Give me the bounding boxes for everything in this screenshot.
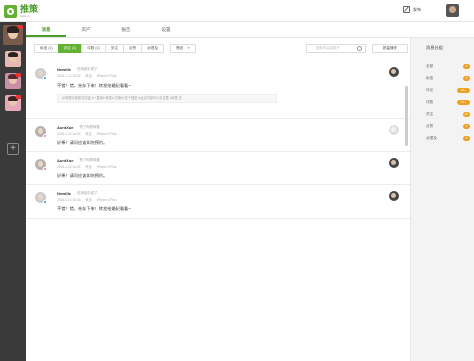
group-label: 评论 <box>426 87 434 92</box>
top-bar: 推策 tuice.in 发布 <box>0 0 474 22</box>
message-action: 赞了你的转推 <box>79 125 100 129</box>
filter-direct-messages[interactable]: 私信 (1) <box>34 44 59 53</box>
group-follows[interactable]: 关注 30 <box>426 110 470 118</box>
add-account-button[interactable]: + <box>7 143 19 155</box>
message-text: 好棒！请问应该如何预约。 <box>57 173 108 178</box>
sender-name[interactable]: AuntXue <box>57 125 73 130</box>
message-item[interactable]: AuntXue 赞了你的转推 2016-1-14 16:33 来自 iPhone 6… <box>26 119 410 152</box>
message-list: Newlife 在消息中说了: 2016-1-14 16:33 来自 iPhone … <box>26 61 410 219</box>
message-action: 赞了你的转推 <box>79 158 100 162</box>
user-avatar[interactable] <box>446 4 459 17</box>
filter-likes[interactable]: 点赞 <box>122 44 143 53</box>
message-item[interactable]: AuntXue 赞了你的转推 2016-1-14 16:33 来自 iPhone 6… <box>26 152 410 185</box>
filter-mentions[interactable]: @提及 <box>141 44 164 53</box>
count-badge: 9 <box>463 123 470 129</box>
message-item[interactable]: Newlife 在消息中说了: 2016-1-14 16:33 来自 iPhone … <box>26 185 410 219</box>
recipient-avatar[interactable] <box>389 67 399 77</box>
main-tabs: 消息 资产 报告 设置 <box>26 22 474 38</box>
count-badge: 6 <box>463 135 470 141</box>
message-groups-panel: 消息分组 全部 3 私信 6 评论 99+ 评数 99+ 关注 30 点赞 9 … <box>410 38 474 361</box>
account-avatar[interactable] <box>5 51 21 67</box>
panel-title: 消息分组 <box>426 45 443 50</box>
sender-name[interactable]: Newlife <box>57 191 71 196</box>
message-text: 不错！错，先存下来！转发给婚纪看看~ <box>57 206 131 211</box>
tab-messages[interactable]: 消息 <box>26 22 66 37</box>
group-label: 私信 <box>426 75 434 80</box>
message-text: 不错！错，先存下来！转发给婚纪看看~ <box>57 83 131 88</box>
notification-badge <box>18 25 23 29</box>
count-badge: 99+ <box>457 99 470 105</box>
message-meta: 2016-1-14 16:33 来自 iPhone 6 Plus <box>57 132 117 136</box>
verified-icon <box>43 167 47 171</box>
group-label: 点赞 <box>426 123 434 128</box>
count-badge: 30 <box>462 111 470 117</box>
sender-name[interactable]: Newlife <box>57 67 71 72</box>
group-mentions[interactable]: @提及 6 <box>426 134 470 142</box>
group-label: 评数 <box>426 99 434 104</box>
group-label: @提及 <box>426 135 437 140</box>
filter-follows[interactable]: 关注 <box>104 44 124 53</box>
group-direct-messages[interactable]: 私信 6 <box>426 74 470 82</box>
account-rail: + <box>0 22 26 361</box>
message-text: 好棒！请问应该如何预约。 <box>57 140 108 145</box>
filter-bar: 私信 (1) 评论 (1) 评数 (1) 关注 点赞 @提及 筛选 ▼ <box>34 44 197 54</box>
edit-icon <box>403 6 410 13</box>
tab-reports[interactable]: 报告 <box>106 22 146 37</box>
scrollbar[interactable] <box>405 86 408 146</box>
notification-badge <box>16 73 21 77</box>
notification-badge <box>16 95 21 99</box>
count-badge: 6 <box>463 75 470 81</box>
count-badge: 3 <box>463 63 470 69</box>
account-avatar[interactable] <box>5 95 21 111</box>
group-all[interactable]: 全部 3 <box>426 62 470 70</box>
recipient-avatar[interactable] <box>389 191 399 201</box>
account-avatar[interactable] <box>5 73 21 89</box>
message-meta: 2016-1-14 16:33 来自 iPhone 6 Plus <box>57 165 117 169</box>
verified-icon <box>43 76 47 80</box>
message-item[interactable]: Newlife 在消息中说了: 2016-1-14 16:33 来自 iPhone … <box>26 61 410 119</box>
group-reviews[interactable]: 评数 99+ <box>426 98 470 106</box>
group-label: 全部 <box>426 63 434 68</box>
tab-settings[interactable]: 设置 <box>146 22 186 37</box>
group-comments[interactable]: 评论 99+ <box>426 86 470 94</box>
filter-reviews[interactable]: 评数 (1) <box>81 44 106 53</box>
message-action: 在消息中说了: <box>77 67 99 71</box>
recipient-avatar[interactable] <box>389 158 399 168</box>
search-icon <box>357 46 362 51</box>
filter-comments[interactable]: 评论 (1) <box>57 44 83 53</box>
chevron-down-icon: ▼ <box>187 46 191 50</box>
recipient-avatar[interactable] <box>389 125 399 135</box>
group-likes[interactable]: 点赞 9 <box>426 122 470 130</box>
message-action: 在消息中说了: <box>77 191 99 195</box>
logo[interactable]: 推策 tuice.in <box>4 3 38 19</box>
account-avatar-active[interactable] <box>3 25 23 45</box>
sender-name[interactable]: AuntXue <box>57 158 73 163</box>
message-meta: 2016-1-14 16:33 来自 iPhone 6 Plus <box>57 198 117 202</box>
search-input[interactable]: 搜索内容或用户 <box>306 44 366 53</box>
publish-label: 发布 <box>413 6 421 12</box>
logo-mark-icon <box>4 4 17 18</box>
logo-domain: tuice.in <box>20 13 30 18</box>
group-label: 关注 <box>426 111 434 116</box>
quoted-post[interactable]: 示例提示的原文内容 #一直到# 转发# 引用#+这个回复 #点点内容可以去这里 … <box>57 94 277 103</box>
bulk-actions-button[interactable]: 批量操作 <box>372 44 408 53</box>
message-panel: 私信 (1) 评论 (1) 评数 (1) 关注 点赞 @提及 筛选 ▼ 搜索内容… <box>26 38 410 361</box>
logo-name: 推策 <box>20 3 39 14</box>
message-meta: 2016-1-14 16:33 来自 iPhone 6 Plus <box>57 74 117 78</box>
filter-dropdown[interactable]: 筛选 ▼ <box>169 44 197 53</box>
tab-assets[interactable]: 资产 <box>66 22 106 37</box>
publish-button[interactable]: 发布 <box>403 6 421 13</box>
filter-dropdown-label: 筛选 <box>175 46 184 50</box>
verified-icon <box>43 134 47 138</box>
count-badge: 99+ <box>457 87 470 93</box>
verified-icon <box>43 200 47 204</box>
